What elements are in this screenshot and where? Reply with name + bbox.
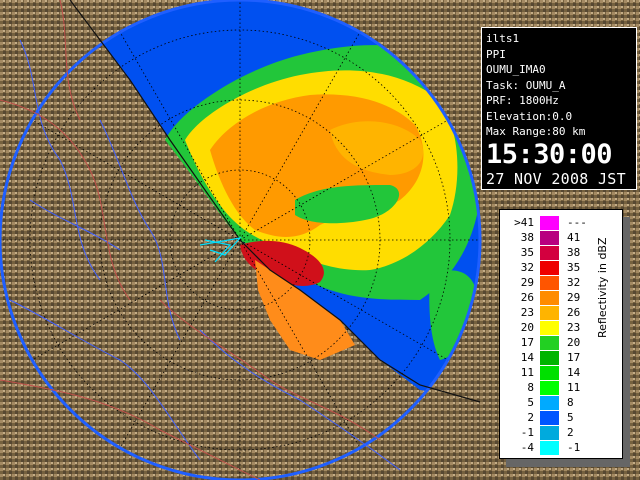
scan-type: PPI (486, 47, 506, 61)
legend-lower-bound: 11 (520, 366, 534, 379)
legend-color-swatch (540, 321, 559, 335)
legend-color-swatch (540, 231, 559, 245)
legend-color-swatch (540, 351, 559, 365)
legend-lower-bound: 8 (527, 381, 534, 394)
legend-upper-bound: 17 (567, 351, 581, 364)
legend-upper-bound: --- (567, 216, 587, 229)
legend-color-swatch (540, 396, 559, 410)
legend-lower-bound: 20 (520, 321, 534, 334)
legend-lower-bound: >41 (514, 216, 534, 229)
legend-upper-bound: 35 (567, 261, 581, 274)
reflectivity-legend: >41 --- 38 41 35 38 32 35 29 32 26 29 23 26 20 23 17 20 14… (499, 209, 623, 459)
scan-info-panel: ilts1 PPI OUMU_IMA0 Task: OUMU_A PRF: 18… (481, 27, 637, 190)
legend-color-swatch (540, 216, 559, 230)
legend-upper-bound: 32 (567, 276, 581, 289)
legend-color-swatch (540, 381, 559, 395)
legend-lower-bound: 38 (520, 231, 534, 244)
legend-upper-bound: -1 (567, 441, 581, 454)
legend-lower-bound: 17 (520, 336, 534, 349)
legend-color-swatch (540, 261, 559, 275)
legend-lower-bound: 35 (520, 246, 534, 259)
max-range-value: Max Range:80 km (486, 125, 586, 138)
legend-lower-bound: 14 (520, 351, 534, 364)
legend-title: Reflectivity in dBZ (596, 237, 609, 338)
legend-color-swatch (540, 411, 559, 425)
station-id: ilts1 (486, 32, 520, 45)
legend-lower-bound: 5 (527, 396, 534, 409)
legend-row: -1 2 (500, 425, 622, 440)
legend-upper-bound: 29 (567, 291, 581, 304)
legend-upper-bound: 41 (567, 231, 581, 244)
scan-date: 27 NOV 2008 JST (486, 169, 626, 188)
legend-color-swatch (540, 246, 559, 260)
legend-row: >41 --- (500, 215, 622, 230)
prf-value: PRF: 1800Hz (486, 94, 559, 107)
legend-row: 8 11 (500, 380, 622, 395)
legend-color-swatch (540, 291, 559, 305)
legend-color-swatch (540, 441, 559, 455)
legend-lower-bound: -4 (520, 441, 534, 454)
legend-upper-bound: 5 (567, 411, 574, 424)
legend-color-swatch (540, 426, 559, 440)
legend-upper-bound: 14 (567, 366, 581, 379)
site-name: OUMU_IMA0 (486, 63, 546, 76)
legend-color-swatch (540, 306, 559, 320)
legend-row: -4 -1 (500, 440, 622, 455)
task-name: Task: OUMU_A (486, 78, 566, 92)
legend-upper-bound: 38 (567, 246, 581, 259)
legend-lower-bound: 32 (520, 261, 534, 274)
legend-upper-bound: 2 (567, 426, 574, 439)
legend-row: 14 17 (500, 350, 622, 365)
legend-lower-bound: 29 (520, 276, 534, 289)
legend-lower-bound: 26 (520, 291, 534, 304)
legend-upper-bound: 20 (567, 336, 581, 349)
legend-color-swatch (540, 276, 559, 290)
legend-row: 25 (500, 410, 622, 425)
radar-display: ilts1 PPI OUMU_IMA0 Task: OUMU_A PRF: 18… (0, 0, 640, 480)
legend-upper-bound: 26 (567, 306, 581, 319)
legend-row: 11 14 (500, 365, 622, 380)
legend-lower-bound: 2 (527, 411, 534, 424)
legend-lower-bound: 23 (520, 306, 534, 319)
elevation-value: Elevation:0.0 (486, 109, 573, 123)
legend-lower-bound: -1 (520, 426, 534, 439)
legend-upper-bound: 8 (567, 396, 574, 409)
legend-color-swatch (540, 336, 559, 350)
legend-upper-bound: 11 (567, 381, 581, 394)
scan-time: 15:30:00 (486, 138, 613, 170)
legend-color-swatch (540, 366, 559, 380)
legend-row: 58 (500, 395, 622, 410)
legend-upper-bound: 23 (567, 321, 581, 334)
